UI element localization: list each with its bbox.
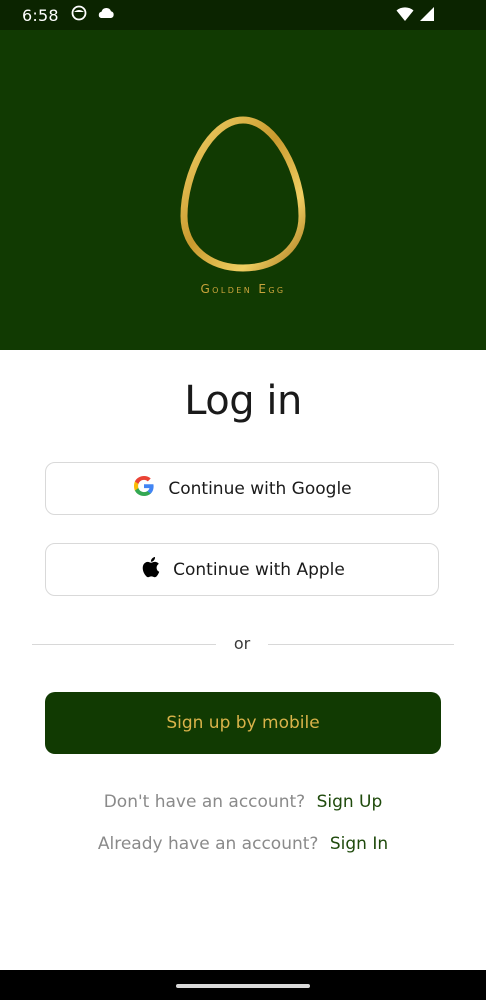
divider-left — [32, 644, 216, 645]
golden-egg-logo — [180, 116, 306, 272]
google-button-label: Continue with Google — [168, 478, 352, 499]
face-icon — [71, 5, 87, 26]
status-time: 6:58 — [22, 5, 59, 25]
apple-button-label: Continue with Apple — [173, 559, 345, 580]
status-icons-right — [396, 6, 434, 27]
cloud-icon — [97, 6, 115, 24]
brand-name: Golden Egg — [200, 282, 286, 296]
wifi-icon — [396, 6, 414, 27]
status-bar: 6:58 — [0, 0, 486, 30]
sign-up-link[interactable]: Sign Up — [317, 792, 383, 812]
signal-icon — [420, 6, 434, 27]
sign-up-by-mobile-button[interactable]: Sign up by mobile — [45, 692, 441, 754]
continue-with-apple-button[interactable]: Continue with Apple — [45, 543, 439, 596]
page-title: Log in — [184, 378, 302, 424]
signin-prompt-text: Already have an account? — [97, 834, 319, 854]
divider-or-text: or — [233, 634, 251, 653]
signup-prompt-line: Don't have an account? Sign Up — [0, 792, 486, 812]
apple-icon — [139, 555, 161, 584]
status-icons-left — [71, 5, 115, 26]
home-gesture-handle[interactable] — [176, 984, 310, 988]
sign-in-link[interactable]: Sign In — [330, 834, 388, 854]
sign-up-by-mobile-label: Sign up by mobile — [166, 713, 320, 733]
continue-with-google-button[interactable]: Continue with Google — [45, 462, 439, 515]
google-icon — [132, 474, 156, 503]
divider-right — [268, 644, 454, 645]
signin-prompt-line: Already have an account? Sign In — [0, 834, 486, 854]
hero-banner: Golden Egg — [0, 30, 486, 350]
signup-prompt-text: Don't have an account? — [103, 792, 306, 812]
